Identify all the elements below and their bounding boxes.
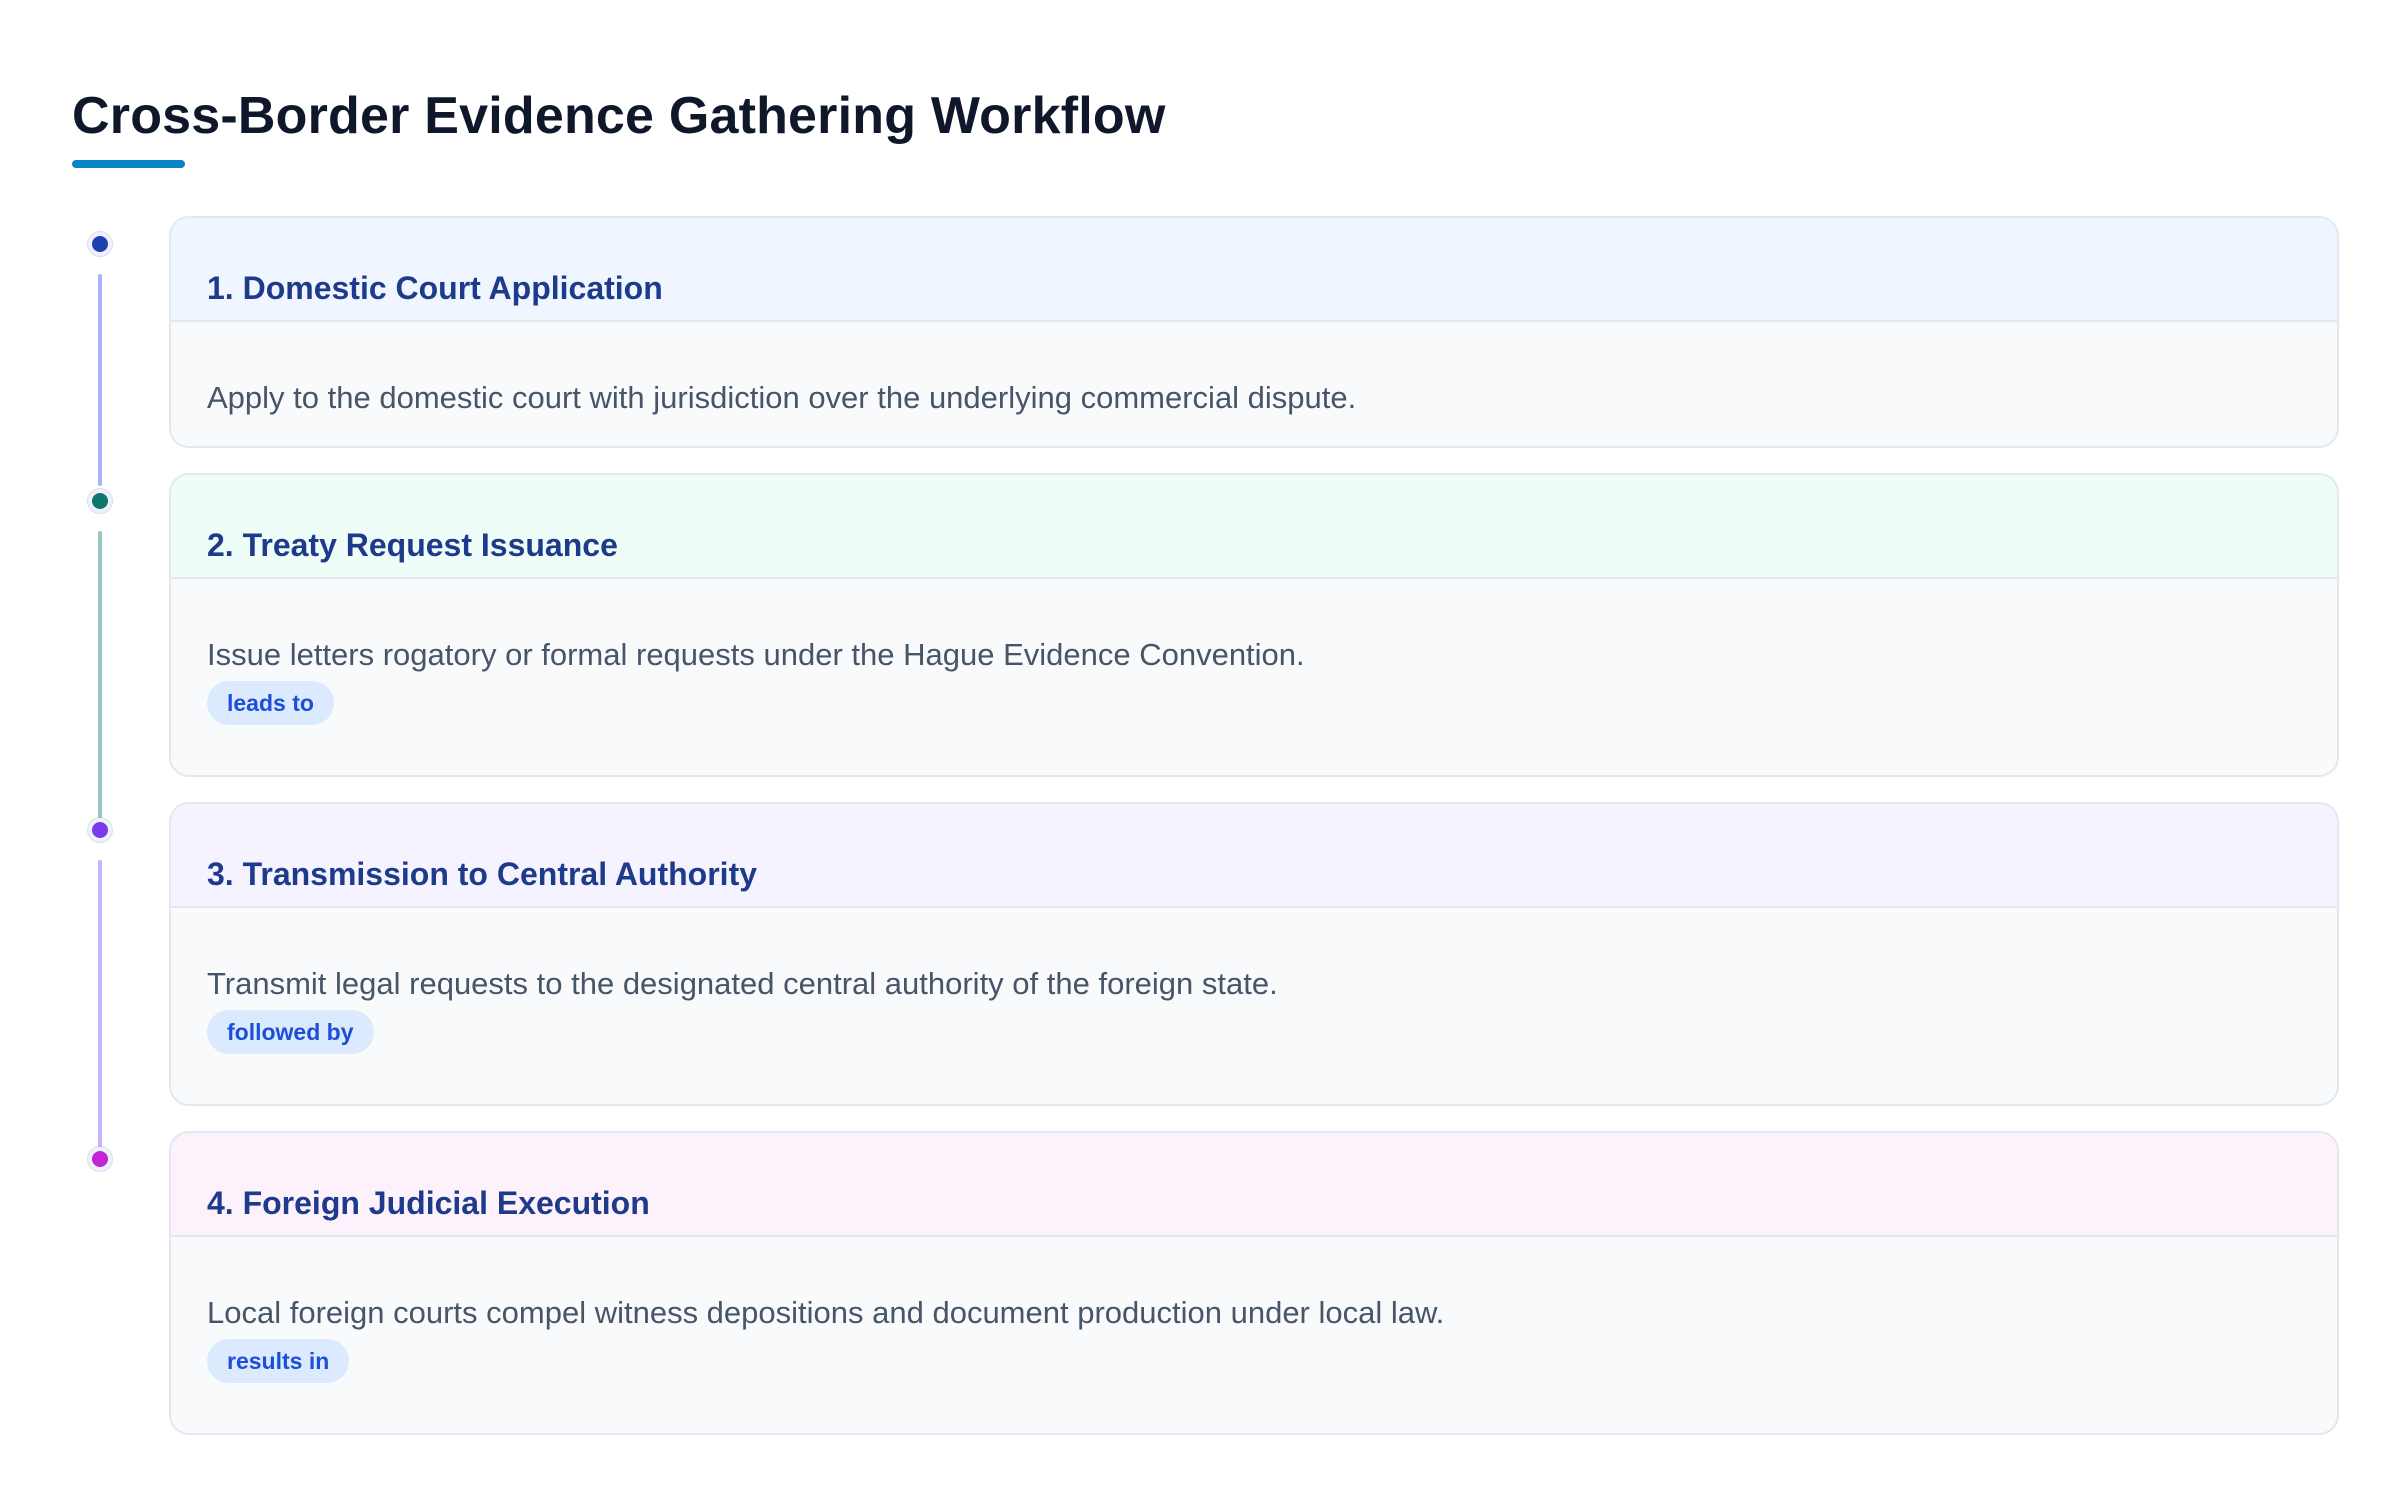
workflow-page: Cross-Border Evidence Gathering Workflow…: [72, 0, 2340, 1504]
step-card: 4. Foreign Judicial Execution Local fore…: [169, 1131, 2339, 1435]
relation-badge: leads to: [207, 681, 334, 725]
step-card-body: Apply to the domestic court with jurisdi…: [171, 322, 2337, 418]
relation-badge: followed by: [207, 1010, 374, 1054]
step-description: Issue letters rogatory or formal request…: [207, 637, 1305, 672]
step-description: Transmit legal requests to the designate…: [207, 966, 1278, 1001]
step-marker-dot: [88, 232, 112, 256]
step-connector: [98, 860, 102, 1148]
step-card-header: 3. Transmission to Central Authority: [171, 804, 2337, 908]
step-card: 1. Domestic Court Application Apply to t…: [169, 216, 2339, 448]
step-marker-dot: [88, 818, 112, 842]
step-connector: [98, 274, 102, 486]
step-marker-dot: [88, 1147, 112, 1171]
step-card: 3. Transmission to Central Authority Tra…: [169, 802, 2339, 1106]
step-marker-dot: [88, 489, 112, 513]
step-card-header: 1. Domestic Court Application: [171, 218, 2337, 322]
step-connector: [98, 531, 102, 819]
step-title: 4. Foreign Judicial Execution: [207, 1185, 650, 1221]
step-card-header: 4. Foreign Judicial Execution: [171, 1133, 2337, 1237]
step-card-body: Transmit legal requests to the designate…: [171, 908, 2337, 1054]
step-card-header: 2. Treaty Request Issuance: [171, 475, 2337, 579]
step-description: Apply to the domestic court with jurisdi…: [207, 380, 1357, 415]
step-card-body: Issue letters rogatory or formal request…: [171, 579, 2337, 725]
step-title: 3. Transmission to Central Authority: [207, 856, 758, 892]
step-title: 1. Domestic Court Application: [207, 270, 663, 306]
step-description: Local foreign courts compel witness depo…: [207, 1295, 1445, 1330]
step-card-body: Local foreign courts compel witness depo…: [171, 1237, 2337, 1383]
relation-badge: results in: [207, 1339, 350, 1383]
title-underline: [72, 160, 185, 168]
page-title: Cross-Border Evidence Gathering Workflow: [72, 87, 1166, 145]
step-title: 2. Treaty Request Issuance: [207, 527, 618, 563]
step-card: 2. Treaty Request Issuance Issue letters…: [169, 473, 2339, 777]
